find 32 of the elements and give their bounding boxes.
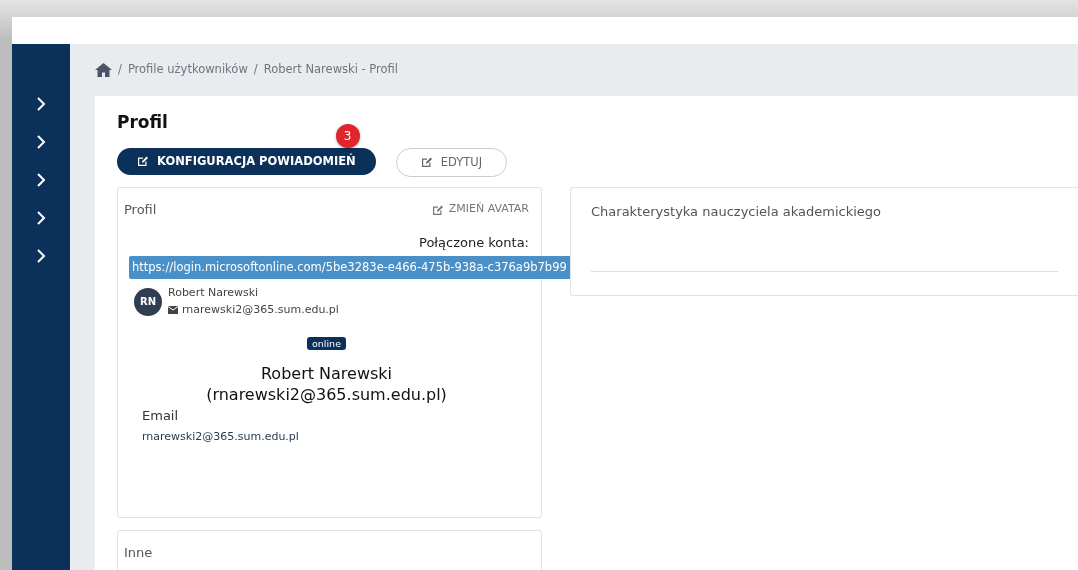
card-title: Inne [124,543,154,562]
count-badge: 3 [335,123,360,148]
card-title: Charakterystyka nauczyciela akademickiego [591,202,883,221]
account-email: rnarewski2@365.sum.edu.pl [182,301,339,318]
edit-icon [420,156,433,169]
full-email: (rnarewski2@365.sum.edu.pl) [206,384,447,406]
avatar: RN [134,287,162,316]
edit-icon [431,203,444,216]
breadcrumb-separator: / [253,61,258,79]
notifications-button[interactable]: KONFIGURACJA POWIADOMIEŃ [117,147,376,175]
breadcrumb-link[interactable]: Profile użytkowników [127,61,248,79]
home-icon[interactable] [95,63,112,77]
edit-icon [137,155,149,168]
chevron-icon[interactable] [35,248,47,264]
chevron-icon[interactable] [35,96,47,112]
field-label: Email [142,407,179,423]
chevron-icon[interactable] [35,134,47,150]
chevron-icon[interactable] [35,210,47,226]
change-avatar-button[interactable]: ZMIEŃ AVATAR [431,201,529,218]
page-title: Profil [117,111,168,134]
account-name: Robert Narewski [168,285,260,301]
status-badge: online [307,337,346,350]
full-name: Robert Narewski [260,364,393,385]
account-url[interactable]: https://login.microsoftonline.com/5be3283e-e466-475b-938a-c376a9b7b99 [129,255,570,279]
field-value: rnarewski2@365.sum.edu.pl [142,430,299,444]
chevron-icon[interactable] [35,172,47,188]
card-title: Profil [124,200,157,219]
edit-button[interactable]: EDYTUJ [395,147,508,177]
breadcrumb-separator: / [118,61,122,79]
breadcrumb-current: Robert Narewski - Profil [263,61,399,79]
linked-accounts-label: Połączone konta: [418,234,529,253]
envelope-icon [168,305,178,314]
